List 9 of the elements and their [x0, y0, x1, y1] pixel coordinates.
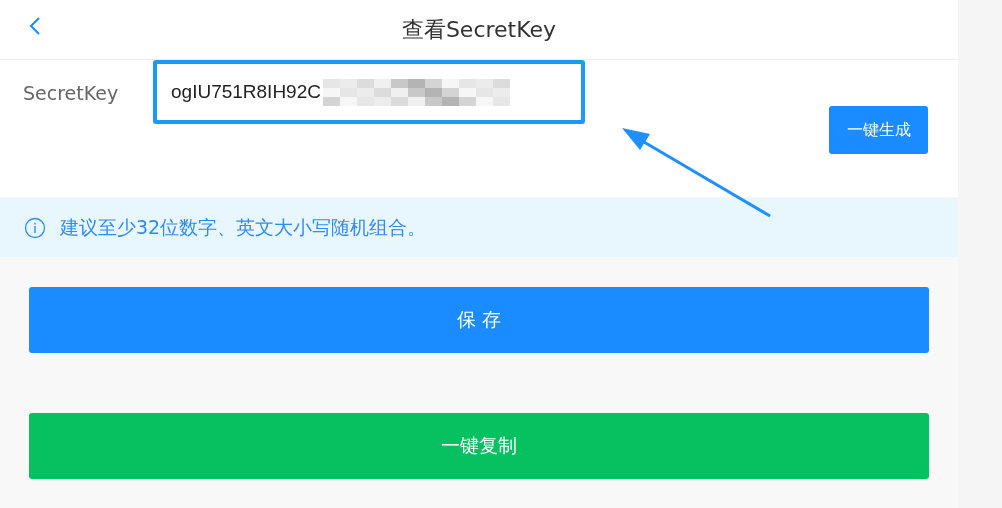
page-title: 查看SecretKey: [401, 15, 557, 44]
tip-text: 建议至少32位数字、英文大小写随机组合。: [60, 214, 427, 240]
copy-button[interactable]: 一键复制: [29, 413, 929, 479]
field-label: SecretKey: [23, 82, 120, 104]
back-icon[interactable]: [29, 16, 41, 36]
info-icon: [24, 216, 46, 239]
generate-button[interactable]: 一键生成: [829, 106, 928, 154]
secret-key-field[interactable]: ogIU751R8IH92C: [153, 60, 585, 124]
save-button[interactable]: 保 存: [29, 287, 929, 353]
